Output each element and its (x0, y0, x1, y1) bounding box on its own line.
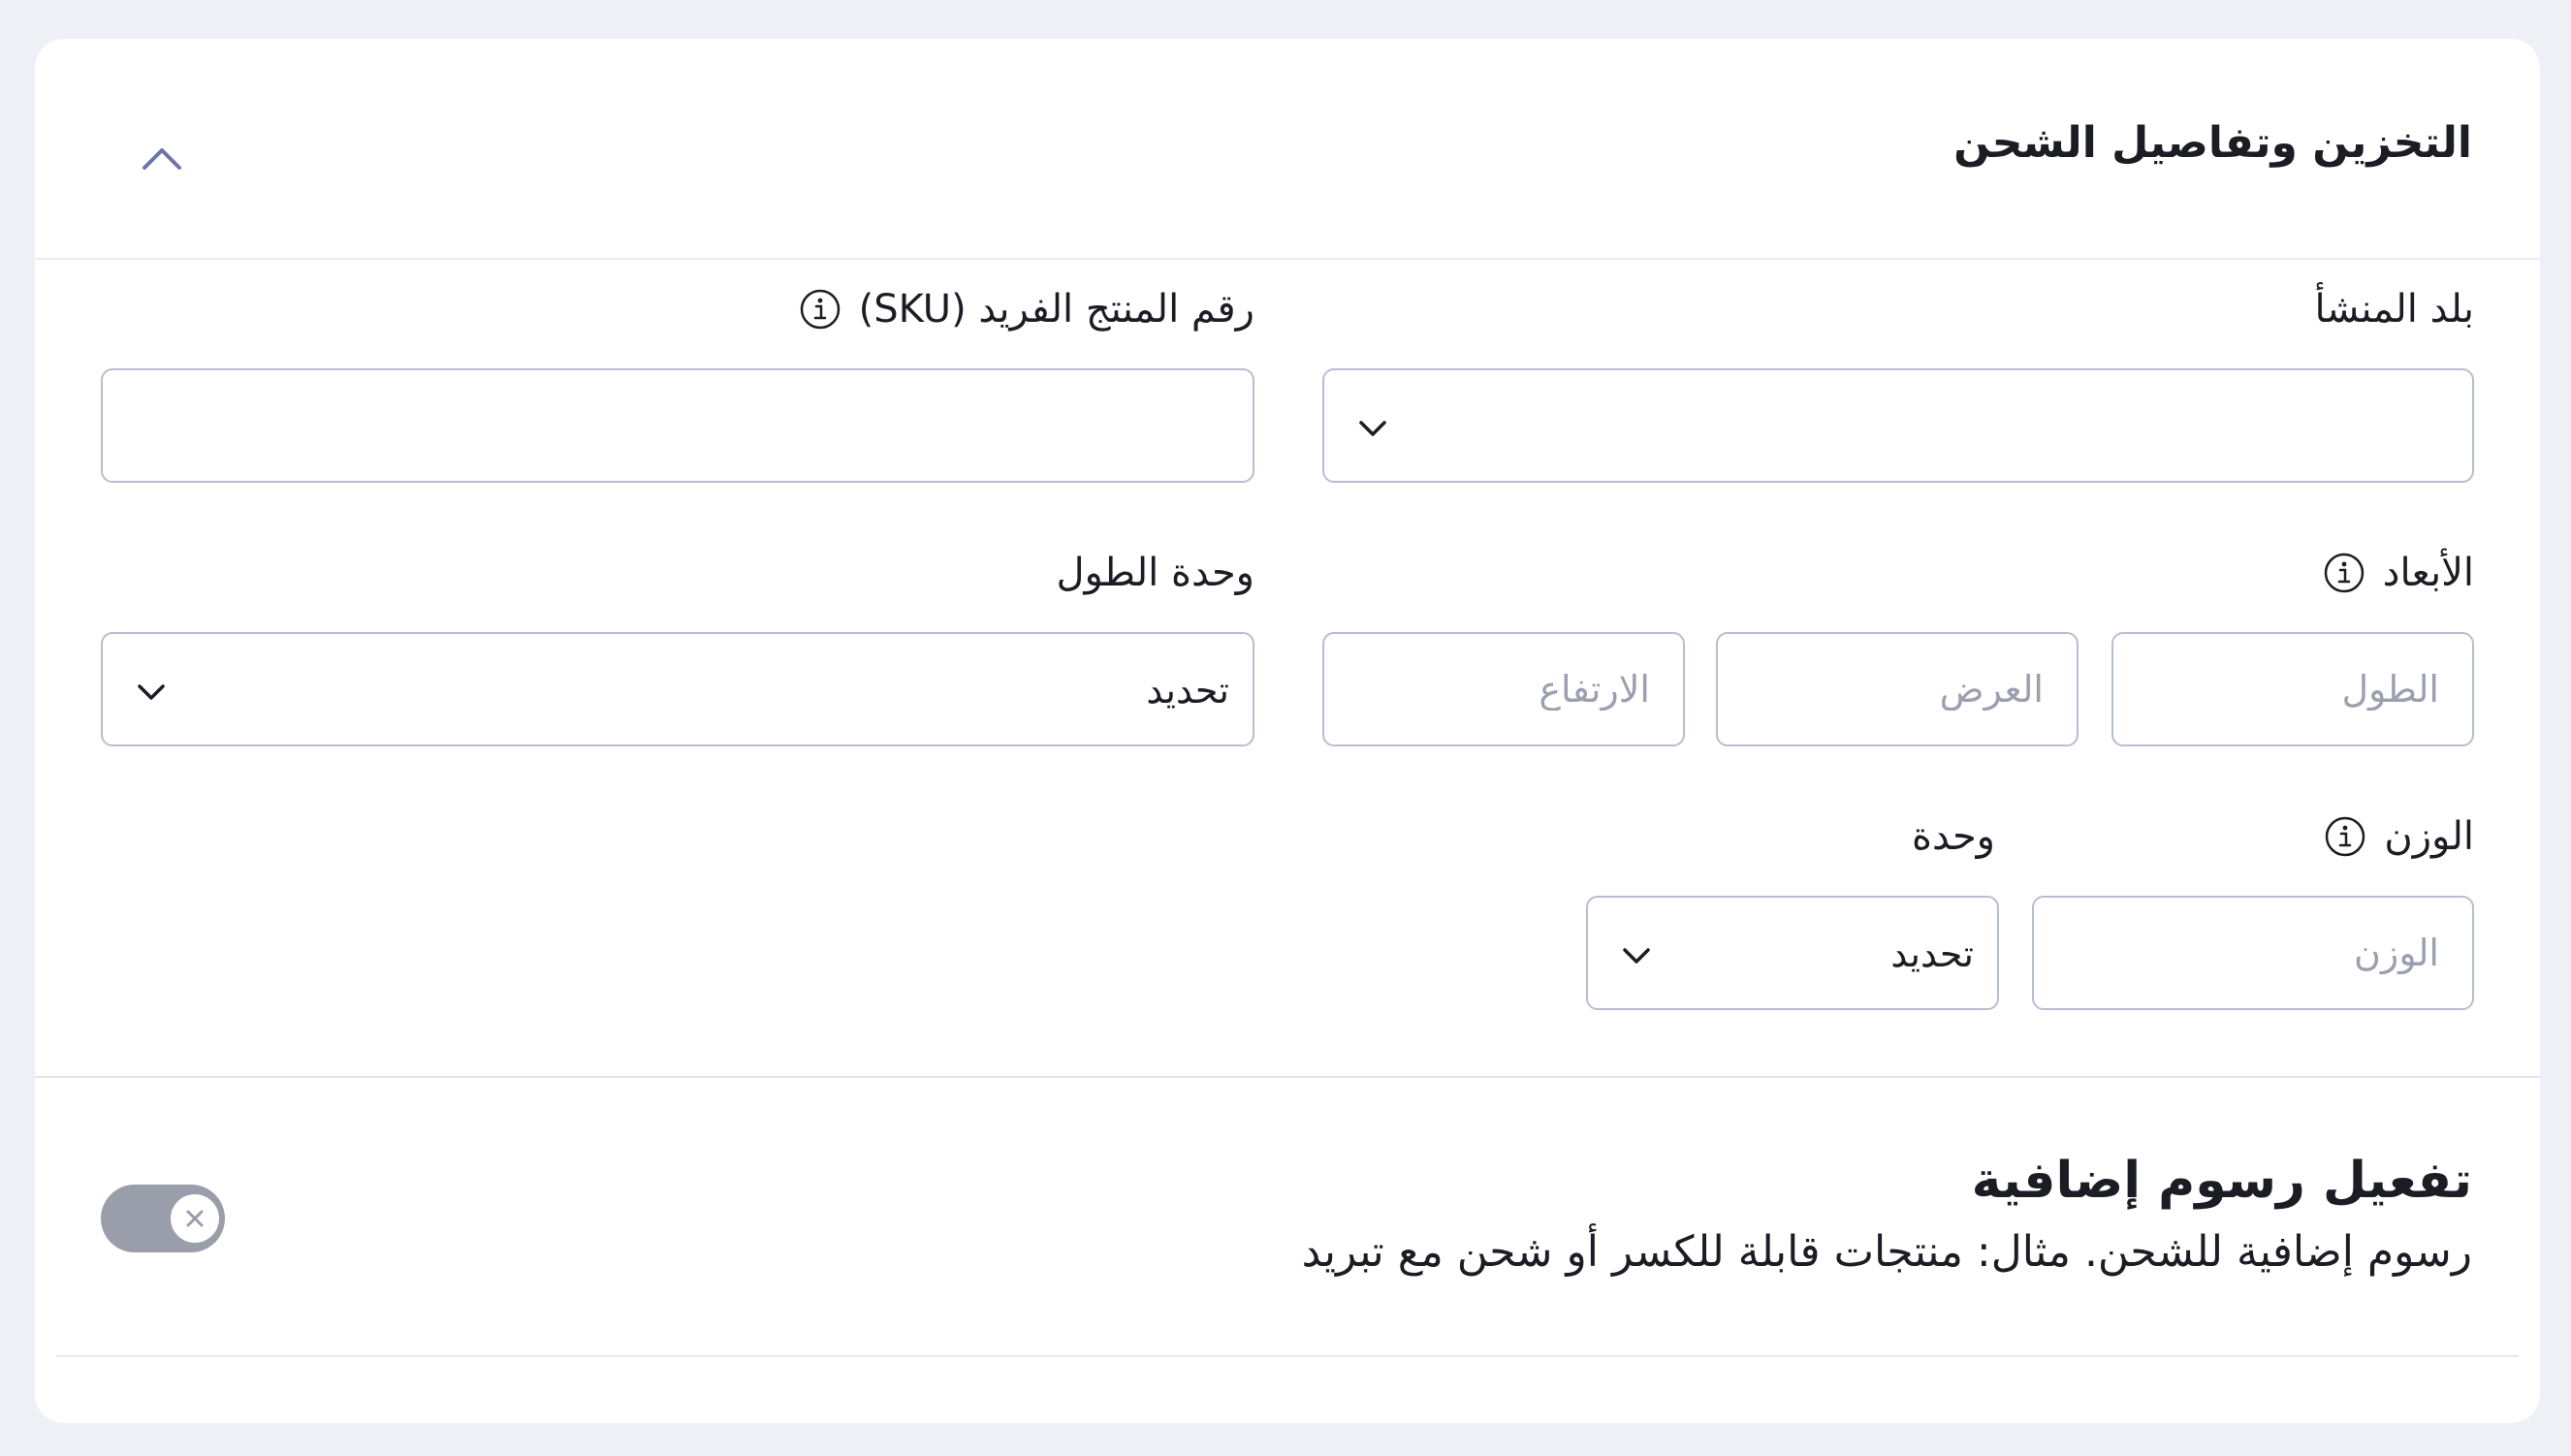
length-unit-value: تحديد (1146, 669, 1229, 712)
info-icon[interactable] (2324, 815, 2366, 858)
extra-fees-title: تفعيل رسوم إضافية (1971, 1152, 2472, 1210)
shipping-details-card: التخزين وتفاصيل الشحن بلد المنشأ رقم الم… (35, 39, 2540, 1423)
dimensions-label-text: الأبعاد (2382, 551, 2474, 595)
bottom-divider (56, 1355, 2519, 1357)
weight-unit-label-text: وحدة (1912, 814, 1995, 859)
length-input[interactable] (2113, 634, 2472, 744)
weight-unit-select[interactable]: تحديد (1586, 896, 1999, 1010)
chevron-up-icon (143, 148, 181, 170)
height-input[interactable] (1324, 634, 1683, 744)
length-unit-label-text: وحدة الطول (1056, 551, 1254, 595)
section-title: التخزين وتفاصيل الشحن (1953, 118, 2472, 168)
close-icon (186, 1210, 204, 1227)
weight-unit-value: تحديد (1890, 933, 1974, 975)
length-unit-select[interactable]: تحديد (101, 632, 1254, 746)
weight-field[interactable] (2032, 896, 2474, 1010)
sku-label: رقم المنتج الفريد (SKU) (799, 287, 1254, 332)
extra-fees-description: رسوم إضافية للشحن. مثال: منتجات قابلة لل… (1301, 1227, 2472, 1277)
width-field[interactable] (1716, 632, 2079, 746)
weight-label: الوزن (2324, 814, 2474, 859)
weight-unit-label: وحدة (1912, 814, 1995, 859)
info-icon[interactable] (2323, 552, 2365, 594)
chevron-down-icon (1623, 948, 1650, 964)
origin-label: بلد المنشأ (2315, 287, 2474, 332)
length-field[interactable] (2111, 632, 2474, 746)
length-unit-label: وحدة الطول (1056, 551, 1254, 595)
extra-fees-toggle[interactable] (101, 1185, 225, 1252)
info-icon[interactable] (799, 288, 841, 331)
sku-input[interactable] (103, 370, 1253, 481)
toggle-knob (171, 1194, 219, 1243)
section-divider (35, 1076, 2540, 1078)
height-field[interactable] (1322, 632, 1685, 746)
section-header[interactable]: التخزين وتفاصيل الشحن (35, 39, 2540, 260)
sku-field[interactable] (101, 368, 1254, 483)
dimensions-label: الأبعاد (2323, 551, 2474, 595)
width-input[interactable] (1718, 634, 2077, 744)
chevron-down-icon (138, 684, 165, 700)
chevron-down-icon (1359, 421, 1386, 436)
weight-label-text: الوزن (2384, 814, 2474, 859)
sku-label-text: رقم المنتج الفريد (SKU) (858, 287, 1254, 332)
weight-input[interactable] (2034, 898, 2472, 1008)
origin-select[interactable] (1322, 368, 2474, 483)
collapse-button[interactable] (130, 126, 194, 190)
origin-label-text: بلد المنشأ (2314, 287, 2474, 332)
